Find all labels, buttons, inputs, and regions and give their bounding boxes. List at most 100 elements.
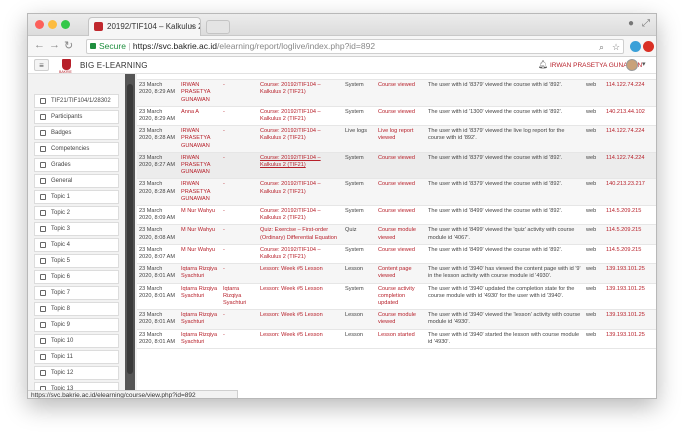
chevron-down-icon[interactable]: ▾ — [642, 60, 646, 68]
minimize-window-button[interactable] — [48, 20, 57, 29]
log-event-link[interactable]: Course viewed — [376, 152, 426, 180]
sidebar-item[interactable]: Topic 5 — [34, 254, 119, 268]
sidebar-item-label: Topic 11 — [51, 354, 73, 360]
log-context-link[interactable]: Course: 20192/TIF104 – Kalkulus 2 (TIF21… — [258, 106, 343, 127]
sidebar-item[interactable]: Topic 1 — [34, 190, 119, 204]
log-context-link[interactable]: Course: 20192/TIF104 – Kalkulus 2 (TIF21… — [258, 205, 343, 226]
log-context-link[interactable]: Course: 20192/TIF104 – Kalkulus 2 (TIF21… — [258, 79, 343, 107]
log-description: The user with id '8379' viewed the cours… — [426, 152, 584, 180]
log-event-link[interactable]: Content page viewed — [376, 263, 426, 284]
reload-icon[interactable]: ↻ — [64, 39, 73, 52]
log-user-link[interactable]: Iqtarra Rizqiya Syachturi — [179, 309, 221, 330]
sidebar-item[interactable]: Topic 8 — [34, 302, 119, 316]
log-user-link[interactable]: IRWAN PRASETYA GUNAWAN — [179, 125, 221, 153]
search-icon[interactable]: ⌕ — [599, 41, 604, 54]
sidebar-item[interactable]: Topic 9 — [34, 318, 119, 332]
log-event-link[interactable]: Course viewed — [376, 178, 426, 207]
log-user-link[interactable]: Iqtarra Rizqiya Syachturi — [179, 283, 221, 311]
sidebar-item[interactable]: Topic 11 — [34, 350, 119, 364]
log-user-link[interactable]: IRWAN PRASETYA GUNAWAN — [179, 178, 221, 207]
log-user-link[interactable]: Iqtarra Rizqiya Syachturi — [179, 329, 221, 350]
log-ip-link[interactable]: 114.5.209.215 — [604, 205, 656, 226]
notification-bell-icon[interactable]: 🔔︎ — [538, 60, 548, 69]
log-affected-user[interactable]: Iqtarra Rizqiya Syachturi — [221, 283, 258, 311]
log-component: Lesson — [343, 329, 376, 350]
sidebar-item-label: Topic 4 — [51, 242, 71, 248]
tab-close-icon[interactable]: × — [190, 21, 195, 31]
log-context-link[interactable]: Course: 20192/TIF104 – Kalkulus 2 (TIF21… — [258, 244, 343, 265]
log-ip-link[interactable]: 140.213.23.217 — [604, 178, 656, 207]
log-context-link[interactable]: Lesson: Week #5 Lesson — [258, 283, 343, 311]
log-user-link[interactable]: Anna A — [179, 106, 221, 127]
sidebar-item[interactable]: Topic 3 — [34, 222, 119, 236]
forward-arrow-icon[interactable]: → — [49, 39, 60, 51]
log-event-link[interactable]: Course viewed — [376, 244, 426, 265]
bookmark-star-icon[interactable]: ☆ — [612, 41, 620, 54]
log-ip-link[interactable]: 114.122.74.224 — [604, 125, 656, 153]
log-context-link[interactable]: Course: 20192/TIF104 – Kalkulus 2 (TIF21… — [258, 152, 343, 180]
log-user-link[interactable]: IRWAN PRASETYA GUNAWAN — [179, 152, 221, 180]
browser-tab[interactable]: 20192/TIF104 – Kalkulus 2 ( × — [88, 17, 201, 36]
university-logo[interactable] — [62, 59, 71, 70]
address-bar[interactable]: Secure | https://svc.bakrie.ac.id/elearn… — [86, 39, 624, 54]
avatar[interactable] — [626, 59, 638, 71]
log-user-link[interactable]: M Nur Wahyu — [179, 224, 221, 245]
extension-icon[interactable] — [630, 41, 641, 52]
log-context-link[interactable]: Lesson: Week #5 Lesson — [258, 309, 343, 330]
sidebar-item[interactable]: TIF21/TIF104/1/28302 — [34, 94, 119, 108]
log-ip-link[interactable]: 114.122.74.224 — [604, 79, 656, 107]
sidebar-item[interactable]: Topic 4 — [34, 238, 119, 252]
log-context-link[interactable]: Quiz: Exercise – First-order (Ordinary) … — [258, 224, 343, 245]
sidebar-item[interactable]: Topic 13 — [34, 382, 119, 390]
site-header: ≡ BAKRIE BIG E-LEARNING 🔔︎ IRWAN PRASETY… — [28, 57, 656, 74]
log-user-link[interactable]: Iqtarra Rizqiya Syachturi — [179, 263, 221, 284]
sidebar-item[interactable]: Topic 2 — [34, 206, 119, 220]
sidebar-item[interactable]: Topic 6 — [34, 270, 119, 284]
menu-icon[interactable]: ≡ — [34, 59, 49, 71]
log-ip-link[interactable]: 140.213.44.102 — [604, 106, 656, 127]
extension-icon[interactable] — [643, 41, 654, 52]
browser-window: 20192/TIF104 – Kalkulus 2 ( × ● ⤢ ← → ↻ … — [27, 13, 657, 399]
site-name[interactable]: BIG E-LEARNING — [80, 61, 148, 70]
zoom-window-button[interactable] — [61, 20, 70, 29]
log-description-text: The user with id '8379' viewed the cours… — [428, 181, 563, 188]
log-context-link[interactable]: Course: 20192/TIF104 – Kalkulus 2 (TIF21… — [258, 125, 343, 153]
scrollbar-thumb[interactable] — [127, 84, 133, 374]
new-tab-button[interactable] — [206, 20, 230, 34]
log-ip-link[interactable]: 114.5.209.215 — [604, 244, 656, 265]
sidebar-item[interactable]: Badges — [34, 126, 119, 140]
log-user-link[interactable]: M Nur Wahyu — [179, 205, 221, 226]
log-origin-text: web — [586, 181, 597, 188]
fullscreen-icon[interactable]: ⤢ — [642, 18, 650, 29]
log-event-link[interactable]: Live log report viewed — [376, 125, 426, 153]
address-toolbar: ← → ↻ Secure | https://svc.bakrie.ac.id/… — [28, 36, 656, 57]
log-event-link[interactable]: Course module viewed — [376, 224, 426, 245]
profile-icon[interactable]: ● — [628, 18, 634, 29]
log-ip-link[interactable]: 139.193.101.25 — [604, 263, 656, 284]
back-arrow-icon[interactable]: ← — [34, 39, 45, 51]
sidebar-item[interactable]: Topic 7 — [34, 286, 119, 300]
log-event-link[interactable]: Course activity completion updated — [376, 283, 426, 311]
sidebar-item[interactable]: Topic 12 — [34, 366, 119, 380]
sidebar-item[interactable]: Participants — [34, 110, 119, 124]
log-context-link[interactable]: Lesson: Week #5 Lesson — [258, 263, 343, 284]
log-context-link[interactable]: Lesson: Week #5 Lesson — [258, 329, 343, 350]
log-event-link[interactable]: Course module viewed — [376, 309, 426, 330]
log-ip-link[interactable]: 139.193.101.25 — [604, 309, 656, 330]
log-user-link[interactable]: IRWAN PRASETYA GUNAWAN — [179, 79, 221, 107]
log-ip-link[interactable]: 139.193.101.25 — [604, 283, 656, 311]
log-context-link[interactable]: Course: 20192/TIF104 – Kalkulus 2 (TIF21… — [258, 178, 343, 207]
log-user-link[interactable]: M Nur Wahyu — [179, 244, 221, 265]
log-event-link[interactable]: Course viewed — [376, 79, 426, 107]
log-event-link[interactable]: Lesson started — [376, 329, 426, 350]
close-window-button[interactable] — [35, 20, 44, 29]
log-event-link[interactable]: Course viewed — [376, 205, 426, 226]
log-event-link[interactable]: Course viewed — [376, 106, 426, 127]
log-ip-link[interactable]: 114.122.74.224 — [604, 152, 656, 180]
sidebar-item[interactable]: Topic 10 — [34, 334, 119, 348]
sidebar-item[interactable]: Competencies — [34, 142, 119, 156]
log-ip-link[interactable]: 114.5.209.215 — [604, 224, 656, 245]
sidebar-item[interactable]: General — [34, 174, 119, 188]
log-ip-link[interactable]: 139.193.101.25 — [604, 329, 656, 350]
sidebar-item[interactable]: Grades — [34, 158, 119, 172]
